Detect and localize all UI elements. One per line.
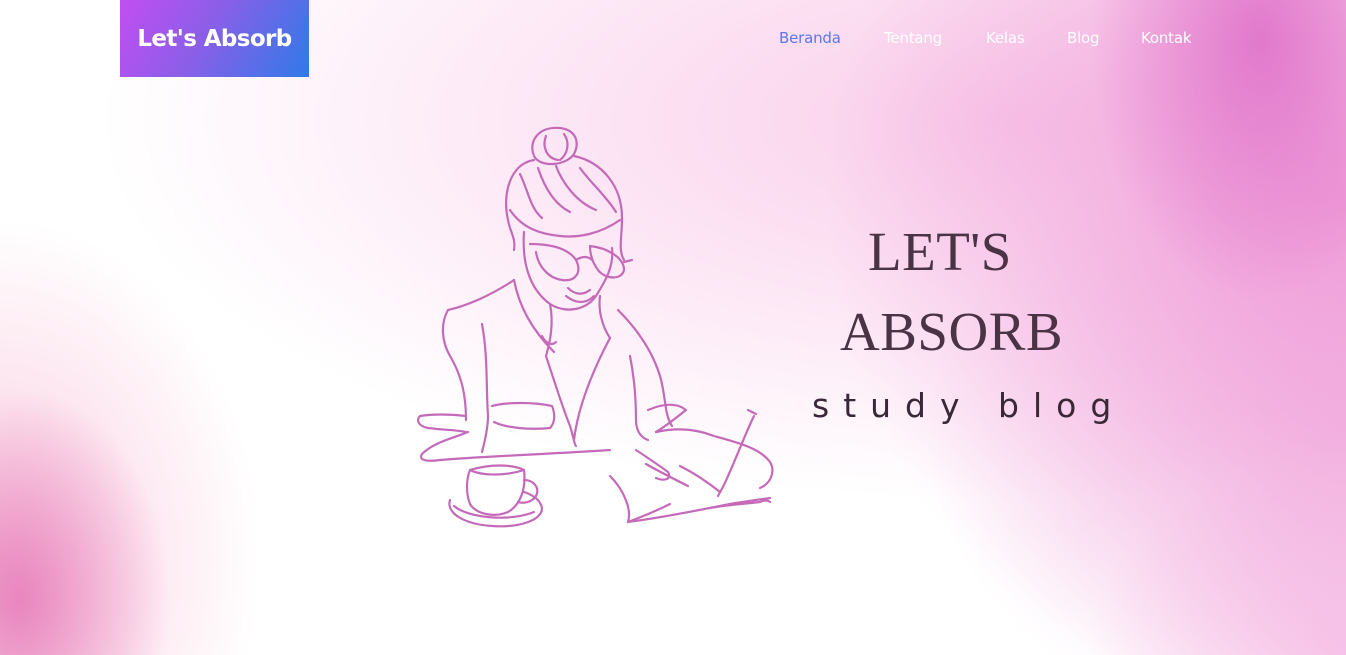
- nav-item-beranda[interactable]: Beranda: [779, 29, 841, 47]
- site-header: Let's Absorb Beranda Tentang Kelas Blog …: [0, 0, 1346, 77]
- nav-item-tentang[interactable]: Tentang: [884, 29, 942, 47]
- hero-title-line-2: ABSORB: [840, 301, 1064, 362]
- hero-subtitle: study blog: [812, 386, 1126, 425]
- hero-title-line-1: LET'S: [868, 221, 1012, 282]
- brand-logo[interactable]: Let's Absorb: [120, 0, 309, 77]
- hero-section: LET'S ABSORB study blog: [0, 0, 1346, 655]
- nav-item-blog[interactable]: Blog: [1067, 29, 1100, 47]
- brand-name: Let's Absorb: [137, 25, 292, 52]
- nav-item-kontak[interactable]: Kontak: [1141, 29, 1192, 47]
- woman-writing-line-art-icon: [417, 126, 774, 528]
- nav-item-kelas[interactable]: Kelas: [986, 29, 1025, 47]
